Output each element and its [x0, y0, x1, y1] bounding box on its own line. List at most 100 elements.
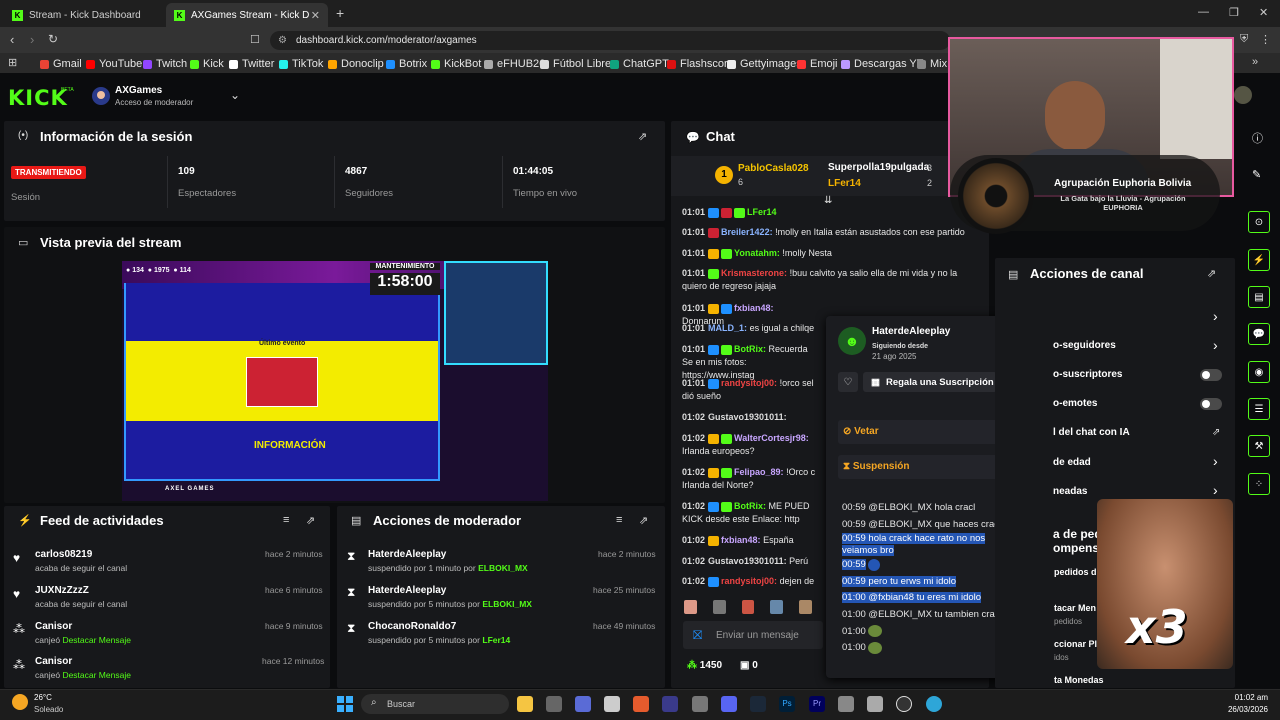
minimize-icon[interactable]: — [1198, 6, 1209, 18]
feed-user[interactable]: carlos08219 [35, 549, 92, 560]
mod-target-user[interactable]: ChocanoRonaldo7 [368, 621, 456, 632]
bookmark-gmail[interactable]: Gmail [40, 58, 82, 70]
more-bookmarks-icon[interactable]: » [1252, 56, 1258, 68]
age-label: de edad [1053, 457, 1091, 468]
bookmark-descargas-yt[interactable]: Descargas YT [841, 58, 924, 70]
popout-icon[interactable]: ⇗ [1207, 267, 1216, 280]
bookmark-emoji[interactable]: Emoji [797, 58, 838, 70]
forward-icon[interactable]: › [30, 32, 34, 47]
search-icon: ⌕ [371, 697, 377, 708]
edit-icon[interactable]: ✎ [1252, 168, 1261, 181]
site-info-icon[interactable]: ⚙ [278, 35, 287, 46]
kick-logo[interactable]: KICK [8, 86, 68, 110]
pin-icon[interactable]: ⇊ [824, 195, 832, 206]
follow-heart-button[interactable]: ♡ [838, 372, 858, 392]
settings-icon[interactable] [838, 696, 854, 712]
external-link-icon[interactable]: ⇗ [1212, 427, 1220, 438]
new-tab-icon[interactable]: + [336, 5, 344, 21]
taskbar-search[interactable] [361, 694, 509, 714]
target-icon[interactable]: ⊙ [1248, 211, 1270, 233]
close-window-icon[interactable]: ✕ [1259, 6, 1268, 19]
bookmark-botrix[interactable]: Botrix [386, 58, 427, 70]
discord-icon[interactable] [721, 696, 737, 712]
bookmark-youtube[interactable]: YouTube [86, 58, 142, 70]
premiere-icon[interactable]: Pr [809, 696, 825, 712]
mod-target-user[interactable]: HaterdeAleeplay [368, 549, 446, 560]
chat-icon[interactable]: 💬 [1248, 323, 1270, 345]
info-icon[interactable]: ⓘ [1252, 130, 1263, 146]
subscribers-only-toggle[interactable] [1200, 369, 1222, 381]
maximize-icon[interactable]: ❐ [1229, 6, 1239, 19]
apps-grid-icon[interactable]: ⊞ [8, 56, 17, 69]
feed-time: hace 12 minutos [262, 656, 325, 666]
bookmark-twitch[interactable]: Twitch [143, 58, 187, 70]
chevron-right-icon[interactable]: › [1213, 482, 1218, 498]
reload-icon[interactable]: ↻ [48, 32, 58, 46]
emotes-only-toggle[interactable] [1200, 398, 1222, 410]
chevron-right-icon[interactable]: › [1213, 308, 1218, 324]
chevron-right-icon[interactable]: › [1213, 453, 1218, 469]
brave-icon[interactable] [633, 696, 649, 712]
close-tab-icon[interactable]: ✕ [311, 9, 320, 22]
menu-icon[interactable]: ⋮ [1260, 33, 1271, 46]
popout-icon[interactable]: ⇗ [306, 514, 315, 527]
bookmark-chatgpt[interactable]: ChatGPT [610, 58, 669, 70]
back-icon[interactable]: ‹ [10, 32, 14, 47]
notepad-icon[interactable] [867, 696, 883, 712]
leader-second[interactable]: Superpolla19pulgada [828, 162, 929, 173]
apps-icon[interactable]: ⁘ [1248, 473, 1270, 495]
app-icon[interactable] [692, 696, 708, 712]
bookmark-gettyimages[interactable]: Gettyimages [727, 58, 802, 70]
popout-icon[interactable]: ⇗ [639, 514, 648, 527]
bookmark-tiktok[interactable]: TikTok [279, 58, 323, 70]
channel-points[interactable]: ⁂ 1450 [687, 660, 722, 671]
popout-icon[interactable]: ⇗ [638, 130, 647, 143]
reward-item-sub: idos [1054, 653, 1069, 662]
bookmark-flashscore[interactable]: Flashscore [667, 58, 734, 70]
bookmark-icon[interactable]: ☐ [250, 33, 260, 46]
app-icon[interactable] [546, 696, 562, 712]
broadcast-icon[interactable]: ◉ [1248, 361, 1270, 383]
mod-target-user[interactable]: HaterdeAleeplay [368, 585, 446, 596]
clipboard-icon[interactable]: ▤ [1248, 286, 1270, 308]
app-icon[interactable] [575, 696, 591, 712]
stream-video[interactable] [122, 261, 548, 501]
user-avatar[interactable] [1234, 86, 1252, 104]
bookmark-kick[interactable]: Kick [190, 58, 224, 70]
filter-icon[interactable]: ≡ [616, 514, 622, 526]
mod-action-desc: suspendido por 5 minutos por LFer14 [368, 635, 511, 645]
app-icon[interactable] [604, 696, 620, 712]
list-icon[interactable]: ☰ [1248, 398, 1270, 420]
leader-first[interactable]: PabloCasla028 [738, 163, 809, 174]
bookmark-donoclip[interactable]: Donoclip [328, 58, 384, 70]
browser-tab-active[interactable]: K AXGames Stream - Kick Dashbo ✕ [166, 3, 328, 27]
user-card-username[interactable]: HaterdeAleeplay [872, 326, 950, 337]
reward-item-label: tacar Men [1054, 603, 1097, 613]
shield-icon[interactable]: ⛨ [1240, 33, 1248, 46]
history-line: 00:59 @ELBOKI_MX hola cracl [842, 502, 976, 513]
filter-icon[interactable]: ≡ [283, 514, 289, 526]
bookmark-twitter[interactable]: Twitter [229, 58, 274, 70]
feed-user[interactable]: JUXNzZzzZ [35, 585, 89, 596]
steam-icon[interactable] [750, 696, 766, 712]
bookmark-futbol-libre[interactable]: Fútbol Libre [540, 58, 611, 70]
feed-user[interactable]: Canisor [35, 656, 72, 667]
edge-icon[interactable] [926, 696, 942, 712]
gift-sub-button[interactable]: ▦ Regala una Suscripción [863, 372, 997, 392]
app-icon[interactable] [662, 696, 678, 712]
feed-user[interactable]: Canisor [35, 621, 72, 632]
bookmark-kickbot[interactable]: KickBot [431, 58, 481, 70]
gifts-count[interactable]: ▣ 0 [740, 660, 758, 671]
wrench-icon[interactable]: ⚒ [1248, 435, 1270, 457]
bookmark-efhub[interactable]: eFHUB26 [484, 58, 545, 70]
start-button[interactable] [337, 696, 353, 712]
lightning-icon[interactable]: ⚡ [1248, 249, 1270, 271]
photoshop-icon[interactable]: Ps [779, 696, 795, 712]
browser-tab[interactable]: K Stream - Kick Dashboard [4, 3, 164, 27]
file-explorer-icon[interactable] [517, 696, 533, 712]
media-player-icon[interactable] [896, 696, 912, 712]
channel-switch-chevron-icon[interactable]: ⌄ [230, 88, 240, 102]
leader-third[interactable]: LFer14 [828, 178, 861, 189]
chat-message: 01:02 fxbian48: España [682, 535, 794, 546]
chevron-right-icon[interactable]: › [1213, 337, 1218, 353]
